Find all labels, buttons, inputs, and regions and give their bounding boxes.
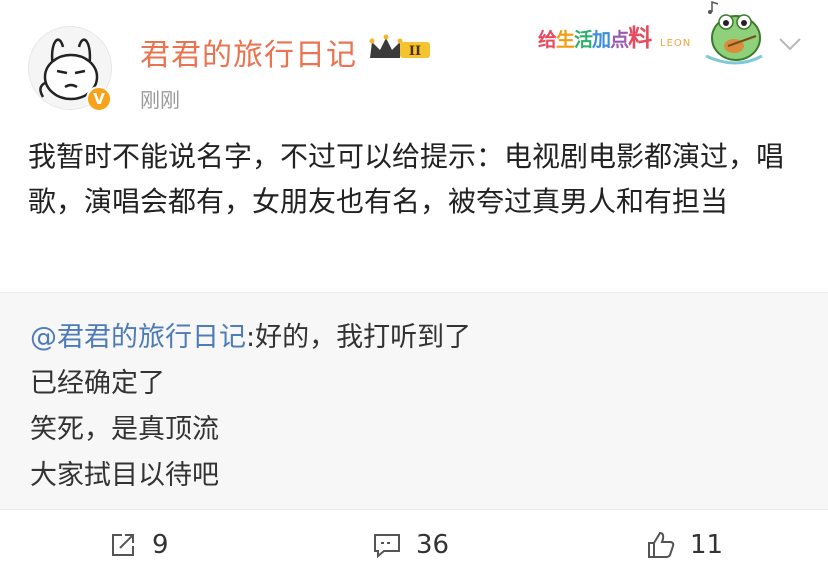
comment-count: 36 <box>416 530 450 560</box>
author-name[interactable]: 君君的旅行日记 <box>140 30 357 74</box>
like-count: 11 <box>690 530 724 560</box>
quoted-comment[interactable]: @君君的旅行日记:好的，我打听到了 已经确定了 笑死，是真顶流 大家拭目以待吧 <box>0 292 828 510</box>
sticker-sub-label: LEON <box>660 38 692 49</box>
thumbs-up-icon <box>648 531 675 558</box>
post-header: V 君君的旅行日记 II 刚刚 给生活加点料 LEON <box>0 0 828 120</box>
vip-crown-icon: II <box>369 34 430 59</box>
post-timestamp: 刚刚 <box>140 88 180 112</box>
comment-icon <box>374 534 400 559</box>
post-body: 我暂时不能说名字，不过可以给提示：电视剧电影都演过，唱歌，演唱会都有，女朋友也有… <box>28 140 785 218</box>
svg-text:II: II <box>409 44 421 59</box>
repost-count: 9 <box>152 530 169 560</box>
repost-button[interactable]: 9 <box>108 528 169 562</box>
chevron-down-icon[interactable] <box>778 36 802 52</box>
verified-badge: V <box>86 86 112 112</box>
like-button[interactable]: 11 <box>646 528 723 562</box>
comment-button[interactable]: 36 <box>372 528 449 562</box>
quote-line: 大家拭目以待吧 <box>30 460 219 491</box>
share-icon <box>112 534 134 556</box>
mention-link[interactable]: @君君的旅行日记 <box>30 322 246 353</box>
quote-line: 已经确定了 <box>30 368 165 399</box>
quote-line: 笑死，是真顶流 <box>30 414 219 445</box>
action-bar: 9 36 11 <box>0 510 828 582</box>
sticker-slogan: 给生活加点料 <box>538 24 652 52</box>
quote-first-line: @君君的旅行日记:好的，我打听到了 <box>30 322 472 353</box>
